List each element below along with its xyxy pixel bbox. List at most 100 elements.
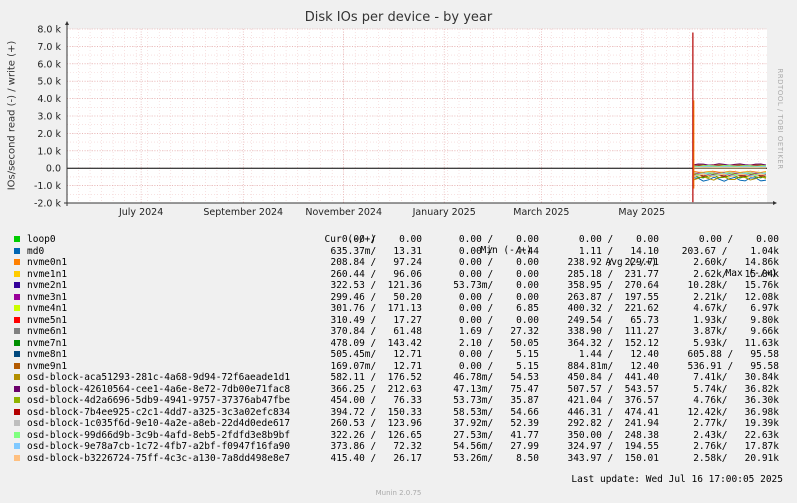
legend-color-swatch [14,374,20,380]
x-tick-label: November 2024 [305,207,382,218]
y-tick-label: 6.0 k [37,59,61,70]
legend-series-name: osd-block-99d66d9b-3c9b-4afd-8eb5-2fdfd3… [27,429,291,441]
legend-avg: 292.82 / 241.94 [567,418,659,429]
legend-avg: 358.95 / 270.64 [567,280,659,291]
legend-cur: 505.45m/ 12.71 [330,349,422,360]
legend-color-swatch [14,259,20,265]
legend-row: osd-block-42610564-cee1-4a6e-8e72-7db00e… [0,384,797,396]
legend-min: 53.73m/ 35.87 [453,395,539,406]
legend-series-name: nvme5n1 [27,314,68,326]
legend-series-name: nvme8n1 [27,349,68,360]
legend-cur: 373.86 / 72.32 [330,441,422,452]
legend-max: 2.62k/ 15.84k [693,268,779,280]
legend-min: 1.69 / 27.32 [458,326,539,337]
legend-row: nvme3n1 299.46 / 50.20 0.00 / 0.00 263.87 /… [0,292,797,304]
legend-cur: 299.46 / 50.20 [330,291,422,303]
legend-max: 10.28k/ 15.76k [687,280,779,291]
y-tick-label: 3.0 k [37,112,61,123]
legend-row: loop0 0.00 / 0.00 0.00 / 0.00 0.00 / 0.00 0.… [0,234,797,246]
legend-min: 53.26m/ 8.50 [453,452,539,464]
legend-color-swatch [14,454,20,461]
legend-series-name: nvme9n1 [27,360,68,372]
x-tick-label: March 2025 [513,207,569,218]
y-tick-label: 4.0 k [37,94,61,105]
legend-min: 0.00 / 4.44 [458,245,539,257]
x-axis-arrow [773,201,777,205]
legend-row: md0 635.37m/ 13.31 0.00 / 4.44 1.11 / 14.10… [0,246,797,258]
legend-cur: 208.84 / 97.24 [330,257,422,268]
legend-avg: 0.00 / 0.00 [578,234,659,245]
legend-cur: 322.26 / 126.65 [330,429,422,441]
y-tick-label: 1.0 k [37,146,61,157]
legend-cur: 260.53 / 123.96 [330,418,422,429]
legend-color-swatch [14,293,20,300]
legend-min: 0.00 / 0.00 [458,234,539,245]
legend-avg: 1.44 / 12.40 [578,349,659,360]
legend-max: 3.87k/ 9.66k [693,326,779,337]
legend-min: 0.00 / 5.15 [458,349,539,360]
y-tick-label: 8.0 k [37,25,61,36]
legend-max: 4.76k/ 36.30k [693,395,779,406]
legend-max: 4.67k/ 6.97k [693,303,779,314]
legend-min: 54.56m/ 27.99 [453,441,539,452]
legend-cur: 169.07m/ 12.71 [330,360,422,372]
x-tick-label: July 2024 [118,207,163,218]
legend-avg: 324.97 / 194.55 [567,441,659,452]
legend-min: 27.53m/ 41.77 [453,429,539,441]
legend-max: 203.67 / 1.04k [681,245,779,257]
legend-color-swatch [14,408,20,415]
legend-color-swatch [14,443,20,449]
legend-avg: 450.84 / 441.40 [567,372,659,383]
legend-series-name: osd-block-1c035f6d-9e10-4a2e-a8eb-22d4d0… [27,418,291,429]
legend-color-swatch [14,328,20,334]
legend-row: osd-block-7b4ee925-c2c1-4dd7-a325-3c3a02… [0,407,797,419]
x-tick-labels: July 2024 September 2024 November 2024 Janu… [118,207,665,218]
legend-avg: 364.32 / 152.12 [567,337,659,349]
legend-cur: 301.76 / 171.13 [330,303,422,314]
legend-row: nvme2n1 322.53 / 121.36 53.73m/ 0.00 358.95… [0,280,797,292]
legend-max: 2.43k/ 22.63k [693,429,779,441]
legend-color-swatch [14,316,20,323]
legend-max: 0.00 / 0.00 [698,234,779,245]
legend-max: 536.91 / 95.58 [687,360,779,372]
legend-cur: 415.40 / 26.17 [330,452,422,464]
legend-max: 2.60k/ 14.86k [693,257,779,268]
legend-series-name: nvme6n1 [27,326,68,337]
legend-color-swatch [14,305,20,311]
legend-row: osd-block-b3226724-75ff-4c3c-a130-7a8dd4… [0,453,797,465]
legend-color-swatch [14,247,20,254]
legend-min: 58.53m/ 54.66 [453,406,539,418]
legend-row: osd-block-99d66d9b-3c9b-4afd-8eb5-2fdfd3… [0,430,797,442]
legend-row: osd-block-4d2a6696-5db9-4941-9757-37376a… [0,395,797,407]
legend-series-name: osd-block-b3226724-75ff-4c3c-a130-7a8dd4… [27,452,291,464]
legend-color-swatch [14,270,20,277]
legend-row: nvme9n1 169.07m/ 12.71 0.00 / 5.15 884.81m/… [0,361,797,373]
legend-cur: 0.00 / 0.00 [341,234,422,245]
legend-color-swatch [14,236,20,242]
legend-series-name: nvme4n1 [27,303,68,314]
legend-cur: 478.09 / 143.42 [330,337,422,349]
legend-avg: 446.31 / 474.41 [567,406,659,418]
legend-cur: 322.53 / 121.36 [330,280,422,291]
legend-series-name: nvme0n1 [27,257,68,268]
legend-color-swatch [14,385,20,392]
legend-cur: 260.44 / 96.06 [330,268,422,280]
legend-series-name: nvme7n1 [27,337,68,349]
legend-color-swatch [14,282,20,288]
legend-row: nvme6n1 370.84 / 61.48 1.69 / 27.32 338.90 … [0,326,797,338]
y-tick-label: 5.0 k [37,77,61,88]
legend-row: nvme4n1 301.76 / 171.13 0.00 / 6.85 400.32 … [0,303,797,315]
legend-max: 5.74k/ 36.82k [693,383,779,395]
legend-min: 0.00 / 0.00 [458,268,539,280]
legend-min: 2.10 / 50.05 [458,337,539,349]
legend-series-name: loop0 [27,234,56,245]
y-tick-labels: 8.0 k 7.0 k 6.0 k 5.0 k 4.0 k 3.0 k 2.0 k 1.0 k… [34,25,62,210]
legend-max: 605.88 / 95.58 [687,349,779,360]
legend-min: 53.73m/ 0.00 [453,280,539,291]
x-tick-label: September 2024 [203,207,283,218]
legend-color-swatch [14,351,20,357]
legend-min: 47.13m/ 75.47 [453,383,539,395]
legend-series-name: osd-block-7b4ee925-c2c1-4dd7-a325-3c3a02… [27,406,291,418]
legend-series-name: osd-block-42610564-cee1-4a6e-8e72-7db00e… [27,383,291,395]
legend-series-name: osd-block-9e78a7cb-1c72-4fb7-a2bf-f0947f… [27,441,291,452]
